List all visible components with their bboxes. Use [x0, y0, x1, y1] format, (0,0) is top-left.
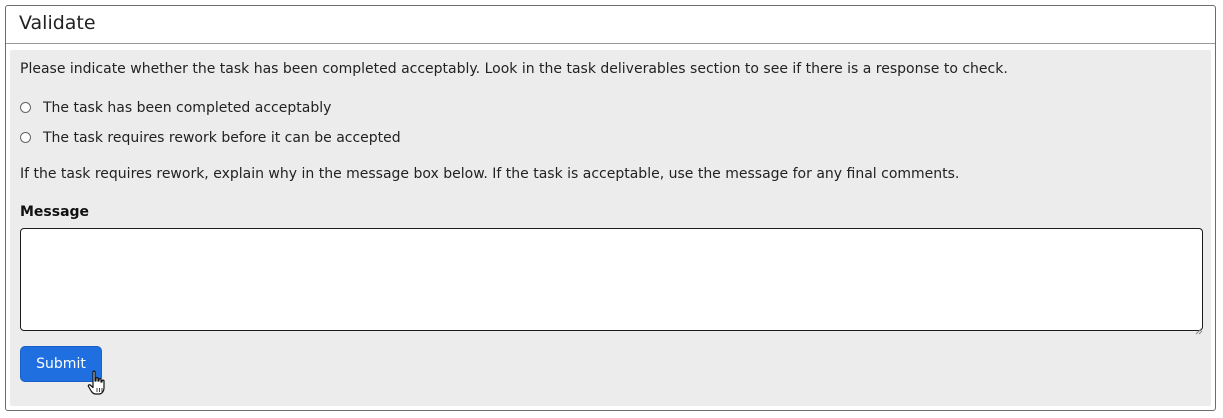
validate-form: Please indicate whether the task has bee… — [10, 50, 1211, 406]
rework-explanation-text: If the task requires rework, explain why… — [20, 166, 960, 182]
option-rework[interactable]: The task requires rework before it can b… — [20, 128, 401, 148]
radio-completed[interactable] — [20, 101, 31, 113]
option-rework-label[interactable]: The task requires rework before it can b… — [43, 130, 401, 146]
card-title: Validate — [6, 6, 1215, 44]
validate-card: Validate Please indicate whether the tas… — [5, 5, 1216, 411]
hand-pointer-icon — [86, 370, 108, 396]
message-label: Message — [20, 204, 90, 220]
instructions-text: Please indicate whether the task has bee… — [20, 61, 1008, 77]
option-completed-label[interactable]: The task has been completed acceptably — [43, 100, 331, 116]
resize-grip-icon[interactable] — [1195, 320, 1203, 335]
message-textarea[interactable] — [20, 228, 1203, 331]
radio-rework[interactable] — [20, 131, 31, 143]
option-completed[interactable]: The task has been completed acceptably — [20, 98, 331, 118]
